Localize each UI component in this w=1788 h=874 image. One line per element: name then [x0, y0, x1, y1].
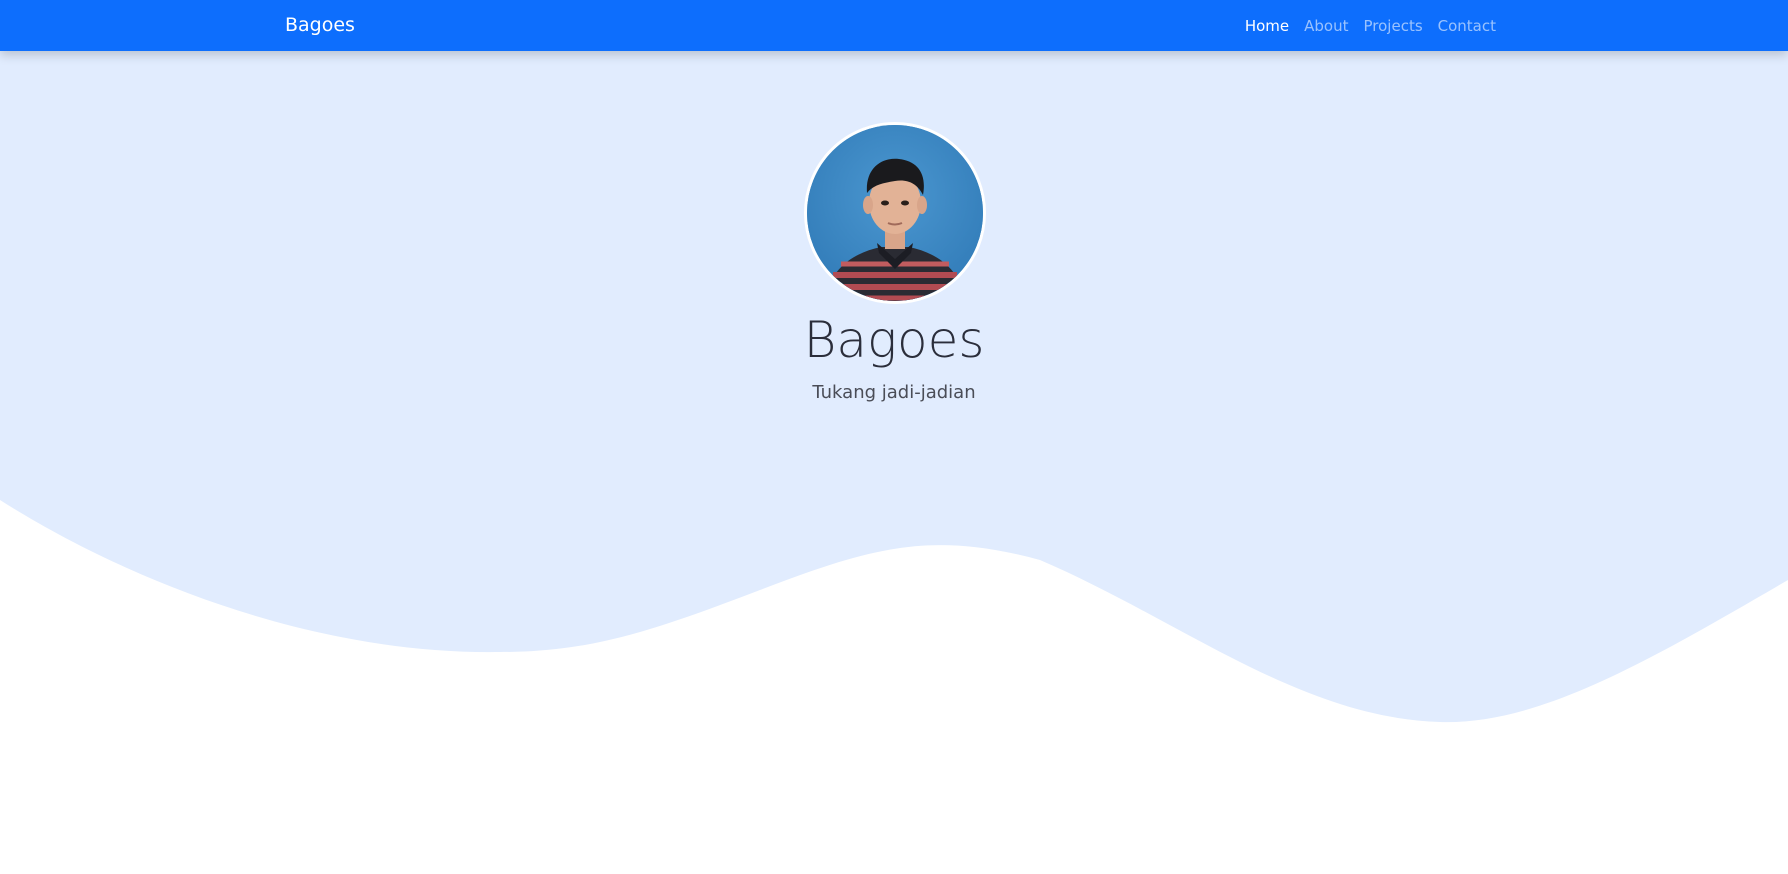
navbar-brand[interactable]: Bagoes — [285, 13, 355, 37]
profile-avatar — [804, 122, 986, 304]
profile-name: Bagoes — [803, 311, 985, 369]
nav-home[interactable]: Home — [1245, 17, 1289, 35]
nav-projects[interactable]: Projects — [1364, 17, 1423, 35]
hero-section: Bagoes Tukang jadi-jadian — [0, 0, 1788, 874]
nav-menu: Home About Projects Contact — [1245, 16, 1496, 36]
nav-contact[interactable]: Contact — [1438, 17, 1496, 35]
top-navbar: Bagoes Home About Projects Contact — [0, 0, 1788, 51]
profile-photo — [807, 125, 983, 301]
profile-tagline: Tukang jadi-jadian — [812, 382, 976, 403]
nav-about[interactable]: About — [1304, 17, 1348, 35]
